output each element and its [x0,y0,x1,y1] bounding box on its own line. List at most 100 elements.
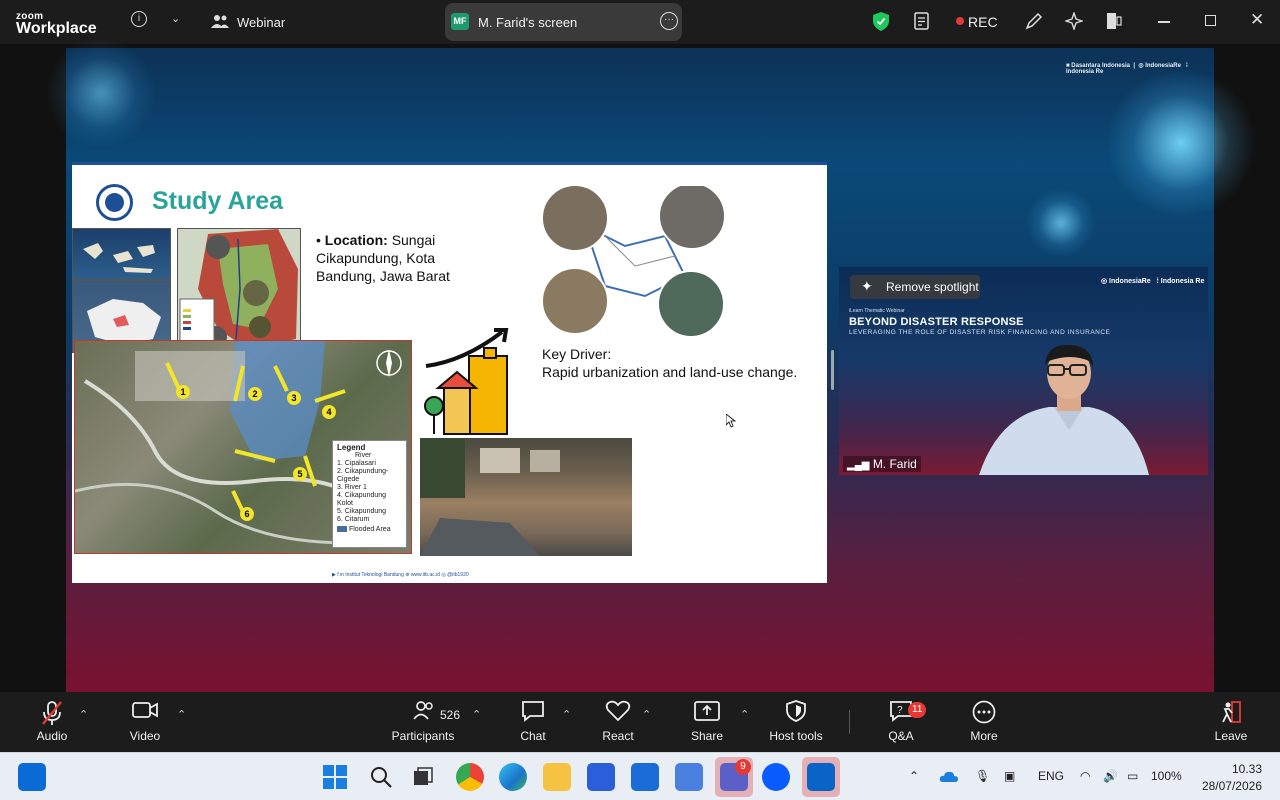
leave-door-icon [1191,700,1271,726]
legend-item: 5. Cikapundung [337,508,387,515]
qa-label: Q&A [888,729,914,743]
display-icon[interactable]: ▣ [1004,769,1015,783]
participant-name: M. Farid [872,457,917,471]
restore-icon[interactable] [1205,15,1216,26]
webinar-label: Webinar [237,15,286,30]
audio-options-chevron-icon[interactable]: ⌃ [79,708,88,721]
key-driver-label: Key Driver: [542,346,612,362]
svg-text:?: ? [897,705,903,716]
sponsor-logos: ■ Dasantara Indonesia | ◎ IndonesiaRe ⁞ … [1066,63,1188,75]
outlook-mail-icon[interactable] [807,763,835,791]
teams-badge: 9 [735,759,751,775]
video-options-chevron-icon[interactable]: ⌃ [177,708,186,721]
audio-label: Audio [36,729,68,743]
battery-percent: 100% [1151,769,1182,783]
shared-slide: Study Area 1 2 3 4 5 6 Legend River 1. C… [72,162,827,583]
annotate-pen-icon[interactable] [1025,12,1043,35]
slide-footer: ▶ f in Institut Teknologi Bandung ⊕ www.… [332,572,469,578]
share-button[interactable]: Share [667,700,747,743]
chrome-icon[interactable] [456,763,484,791]
video-button[interactable]: Video [105,700,185,743]
recording-label[interactable]: REC [968,14,998,30]
outlook-widget-icon[interactable] [18,763,46,791]
meeting-controls: Audio ⌃ Video ⌃ Participants 526 ⌃ Chat … [0,692,1280,752]
clock-time[interactable]: 10.33 [1222,762,1262,776]
notes-icon[interactable] [914,12,931,36]
tray-chevron-icon[interactable]: ⌃ [909,769,919,783]
remove-spotlight-button[interactable]: ✦ Remove spotlight [850,275,980,299]
language-indicator[interactable]: ENG [1038,769,1064,783]
signal-bars-icon: ▂▄▆ [847,460,870,471]
river-marker-3: 3 [287,391,301,405]
react-button[interactable]: React [578,700,658,743]
chat-options-chevron-icon[interactable]: ⌃ [562,708,571,721]
speaker-video-tile[interactable]: ✦ Remove spotlight ◎ IndonesiaRe ⁞ Indon… [839,267,1208,475]
share-screen-icon [667,700,747,726]
more-options-icon[interactable]: ··· [660,12,678,30]
toolbar-divider [849,710,850,734]
clock-date[interactable]: 28/07/2026 [1198,779,1262,793]
ai-companion-icon[interactable] [1063,10,1085,35]
speaker-figure [959,344,1159,475]
key-driver-text: Key Driver: Rapid urbanization and land-… [542,345,822,381]
legend-item: 4. Cikapundung Kolot [337,492,387,507]
leave-button[interactable]: Leave [1191,700,1271,743]
legend-title: Legend [337,443,366,452]
river-marker-5: 5 [293,467,307,481]
location-text: • Location: Sungai Cikapundung, Kota Ban… [316,232,450,284]
participant-name-tag: ▂▄▆ M. Farid [843,456,921,472]
file-explorer-icon[interactable] [543,763,571,791]
legend-subtitle: River [355,452,372,459]
host-tools-button[interactable]: Host tools [756,700,836,743]
footer-institution: Institut Teknologi Bandung [345,572,404,578]
participants-label: Participants [391,729,455,743]
more-button[interactable]: More [944,700,1024,743]
qa-badge: 11 [908,702,927,718]
chat-button[interactable]: Chat [493,700,573,743]
side-panel-icon[interactable] [1106,12,1122,35]
snipping-tool-icon[interactable] [675,763,703,791]
host-tools-label: Host tools [769,729,823,743]
info-icon[interactable]: i [131,11,147,27]
ellipsis-icon [944,700,1024,726]
video-label: Video [129,729,161,743]
qa-button[interactable]: ? Q&A [861,700,941,743]
zoom-logo-workplace: Workplace [16,20,97,37]
close-icon[interactable]: ✕ [1250,10,1264,30]
task-view-icon[interactable] [411,765,435,794]
legend-item: 3. River 1 [337,484,367,491]
wifi-icon[interactable]: ◠ [1080,769,1090,783]
outlook-icon[interactable] [631,763,659,791]
onedrive-icon[interactable] [939,769,959,788]
zoom-title-bar: zoom Workplace i ⌄ Webinar MF M. Farid's… [0,0,1280,44]
resize-handle[interactable] [831,350,834,390]
search-icon[interactable] [369,765,393,794]
recording-dot-icon [956,17,964,25]
microsoft-store-icon[interactable] [587,763,615,791]
share-options-chevron-icon[interactable]: ⌃ [740,708,749,721]
react-options-chevron-icon[interactable]: ⌃ [642,708,651,721]
chat-label: Chat [520,729,546,743]
mouse-cursor-icon [725,413,737,433]
shield-icon[interactable] [873,12,889,36]
zoom-icon[interactable] [762,763,790,791]
more-label: More [970,729,998,743]
remove-spotlight-label: Remove spotlight [886,280,979,294]
participants-options-chevron-icon[interactable]: ⌃ [472,708,481,721]
windows-taskbar: 9 ⌃ 🎙 ▣ ENG ◠ 🔊 ▭ 100% 10.33 28/07/2026 [0,752,1280,800]
battery-icon[interactable]: ▭ [1127,769,1138,783]
legend-item: 1. Cipalasari [337,460,376,467]
flood-photo [420,438,632,556]
volume-icon[interactable]: 🔊 [1103,769,1118,783]
chevron-down-icon[interactable]: ⌄ [171,12,180,25]
host-shield-icon [756,700,836,726]
react-label: React [602,729,634,743]
minimize-icon[interactable] [1158,21,1170,23]
edge-icon[interactable] [499,763,527,791]
location-label: Location: [324,232,388,248]
windows-start-icon[interactable] [323,765,347,794]
microphone-icon[interactable]: 🎙 [975,769,990,783]
audio-button[interactable]: Audio [12,700,92,743]
river-marker-2: 2 [248,387,262,401]
webinar-indicator[interactable] [211,13,229,34]
